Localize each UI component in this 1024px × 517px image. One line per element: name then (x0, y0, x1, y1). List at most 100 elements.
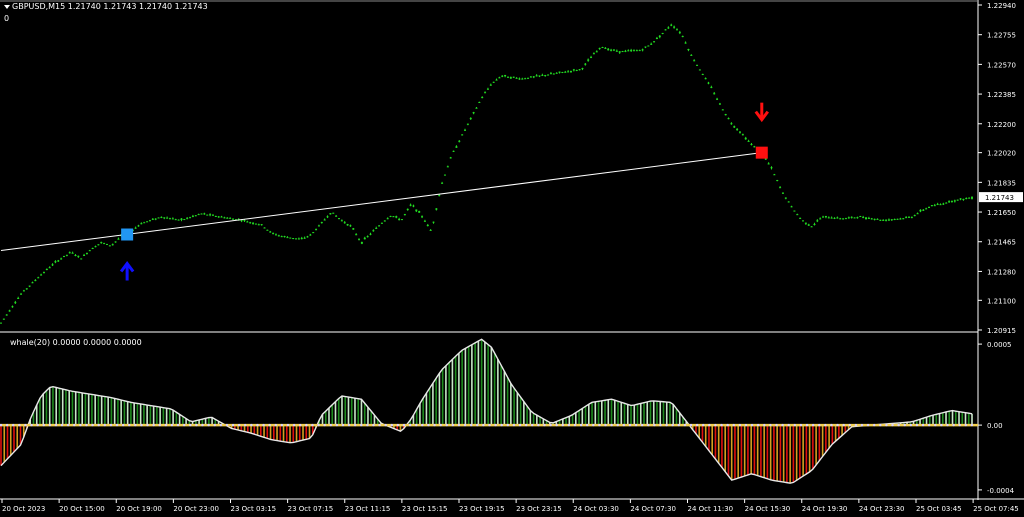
candle-body (555, 72, 558, 74)
candle-body (813, 223, 816, 225)
candle-body (292, 238, 295, 240)
candle-body (392, 216, 395, 218)
candle-body (504, 74, 507, 77)
signal-dot (561, 423, 564, 427)
candle-body (343, 222, 346, 224)
candle-body (916, 213, 919, 215)
candle-body (306, 236, 309, 238)
candle-body (816, 220, 819, 222)
candle-body (395, 216, 398, 218)
candle-body (509, 77, 512, 79)
signal-dot (781, 423, 784, 427)
signal-dot (384, 423, 387, 427)
candle-body (552, 73, 555, 75)
signal-dot (18, 423, 21, 427)
signal-dot (360, 423, 363, 427)
candle-body (45, 268, 48, 270)
candle-body (461, 134, 464, 136)
trend-line-segment (0, 152, 762, 252)
candle-body (481, 97, 484, 99)
candle-body (143, 222, 146, 224)
x-tick-label: 20 Oct 2023 (2, 505, 45, 513)
signal-dot (647, 423, 650, 427)
candle-body (484, 92, 487, 94)
signals[interactable] (119, 102, 769, 281)
signal-dot (237, 423, 241, 427)
signal-dot (824, 423, 827, 427)
candle-body (409, 204, 412, 206)
candle-body (472, 112, 475, 114)
price-chart[interactable]: 1.22940 1.22755 1.22570 1.22385 1.22200 1.220… (0, 0, 1024, 517)
signal-dot (48, 423, 52, 427)
candle-body (827, 217, 830, 219)
candle-body (684, 42, 687, 44)
signal-dot (140, 423, 143, 427)
signal-dot (469, 423, 473, 427)
down-arrow-icon (754, 102, 769, 123)
signal-dot (268, 423, 271, 427)
candle-body (572, 69, 575, 71)
candle-body (297, 238, 300, 240)
candle-body (879, 219, 882, 221)
candle-body (610, 49, 613, 51)
candle-body (326, 216, 329, 218)
signal-dot (836, 423, 839, 427)
signal-dot (750, 423, 754, 427)
candle-body (320, 222, 323, 224)
candle-body (796, 214, 799, 216)
candle-body (160, 216, 163, 218)
candle-body (403, 214, 406, 216)
candle-body (747, 140, 750, 142)
candle-body (810, 226, 813, 228)
candle-body (842, 218, 845, 220)
candle-body (151, 218, 154, 220)
signal-dot (811, 423, 815, 427)
candle-body (736, 128, 739, 130)
signal-dot (744, 423, 748, 427)
candle-body (266, 229, 269, 231)
candle-body (538, 75, 541, 77)
y-tick-label: 1.21465 (987, 239, 1016, 247)
candle-body (363, 237, 366, 240)
candle-body (280, 236, 283, 238)
candle-body (486, 88, 489, 90)
signal-dot (726, 423, 729, 427)
signal-dot (207, 423, 210, 427)
signal-dot (787, 423, 790, 427)
candle-body (561, 71, 564, 73)
candle-body (495, 79, 498, 81)
signal-dot (616, 423, 619, 427)
signal-dot (567, 423, 571, 427)
candle-body (243, 220, 246, 222)
signal-dot (323, 423, 326, 427)
candle-body (867, 217, 870, 219)
signal-dot (396, 423, 400, 427)
signal-dot (213, 423, 216, 427)
candle-body (529, 76, 532, 78)
candle-body (587, 59, 590, 61)
signal-dot (537, 423, 540, 427)
candle-body (893, 219, 896, 221)
candle-body (200, 213, 203, 215)
candle-body (220, 216, 223, 218)
y-tick-label: 1.22570 (987, 61, 1016, 69)
candle-body (441, 182, 444, 184)
candles (0, 23, 973, 324)
signal-dot (659, 423, 662, 427)
candle-body (581, 68, 584, 70)
candle-body (604, 47, 607, 49)
signal-dot (732, 423, 735, 427)
signal-dot (598, 423, 601, 427)
signal-dot (891, 423, 894, 427)
signal-dot (885, 423, 888, 427)
signal-dot (299, 423, 302, 427)
signal-dot (488, 423, 491, 427)
x-tick-label: 23 Oct 03:15 (230, 505, 276, 513)
candle-body (252, 222, 255, 224)
candle-body (773, 174, 776, 176)
candle-body (274, 234, 277, 236)
signal-dot (671, 423, 674, 427)
x-tick-label: 23 Oct 07:15 (288, 505, 334, 513)
candle-body (959, 198, 962, 200)
candle-body (146, 221, 149, 223)
